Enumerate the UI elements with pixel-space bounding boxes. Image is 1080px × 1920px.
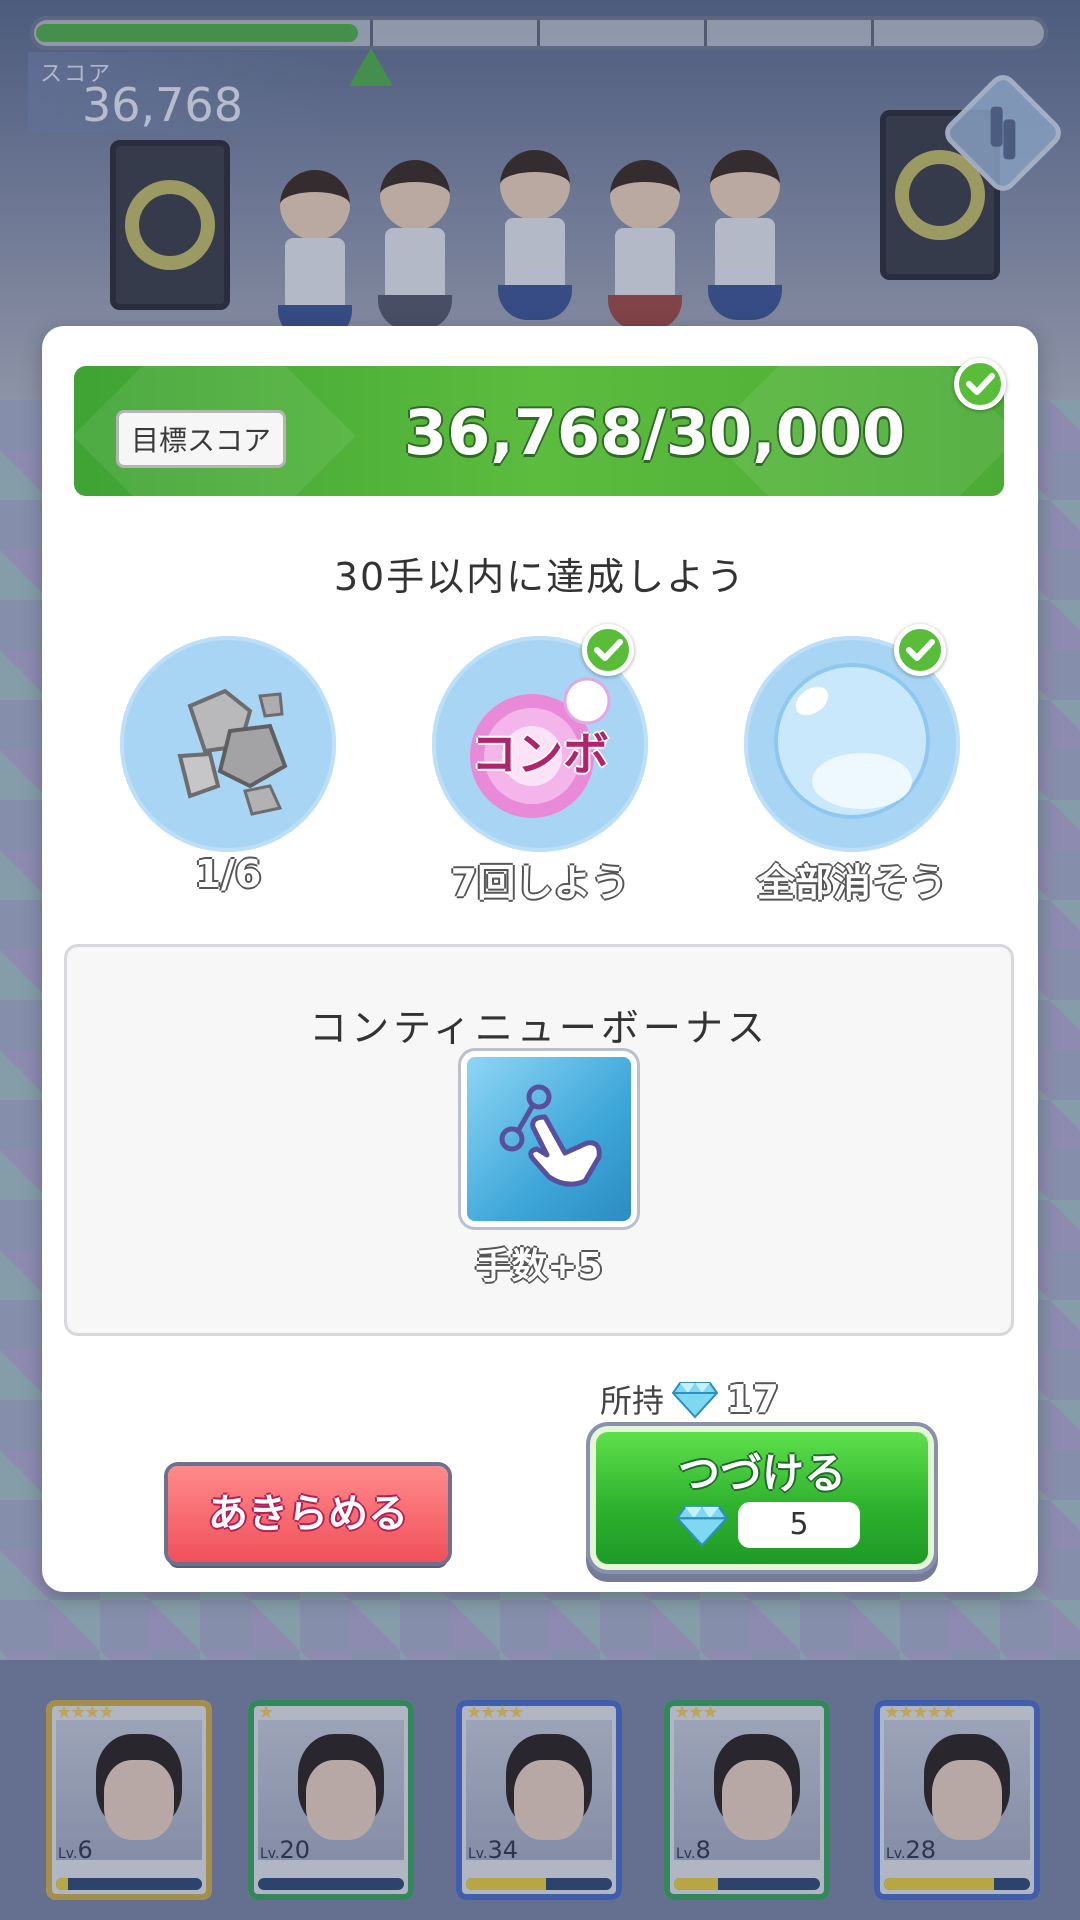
combo-badge-text: コンボ [471, 727, 609, 781]
goal-rocks: 1/6 [120, 636, 336, 896]
goal-combo: コンボ 7回しよう [432, 624, 648, 907]
diamond-icon [676, 1505, 728, 1548]
diamond-icon [672, 1382, 719, 1419]
target-score-value: 36,768/30,000 [404, 396, 906, 469]
goal-caption: 7回しよう [450, 861, 630, 905]
owned-gems: 所持 17 [600, 1376, 779, 1422]
goal-bubbles: 全部消そう [744, 624, 960, 907]
goal-circle [120, 636, 336, 852]
continue-cost: 5 [738, 1502, 860, 1548]
mission-title: 30手以内に達成しよう [333, 555, 747, 599]
owned-gem-count: 17 [726, 1377, 779, 1421]
continue-dialog: 目標スコア 36,768/30,000 30手以内に達成しよう 1/6 コンボ … [42, 326, 1038, 1592]
tap-hand-icon [499, 1084, 602, 1187]
check-icon [894, 624, 946, 676]
owned-label: 所持 [600, 1382, 665, 1420]
continue-bonus-title: コンティニューボーナス [309, 1006, 769, 1050]
target-score-label: 目標スコア [116, 410, 287, 468]
check-icon [954, 358, 1006, 410]
continue-bonus-panel: コンティニューボーナス 手数+5 [64, 944, 1014, 1336]
check-icon [582, 624, 634, 676]
continue-button-label: つづける [677, 1449, 846, 1498]
goal-caption: 全部消そう [756, 861, 947, 905]
continue-bonus-caption: 手数+5 [475, 1246, 603, 1287]
give-up-button[interactable]: あきらめる [168, 1466, 448, 1562]
continue-button[interactable]: つづける 5 [596, 1432, 928, 1564]
target-score-banner: 目標スコア 36,768/30,000 [74, 366, 1004, 496]
extra-moves-item [467, 1057, 631, 1221]
goal-caption: 1/6 [194, 852, 262, 896]
rock-icon [177, 688, 288, 816]
